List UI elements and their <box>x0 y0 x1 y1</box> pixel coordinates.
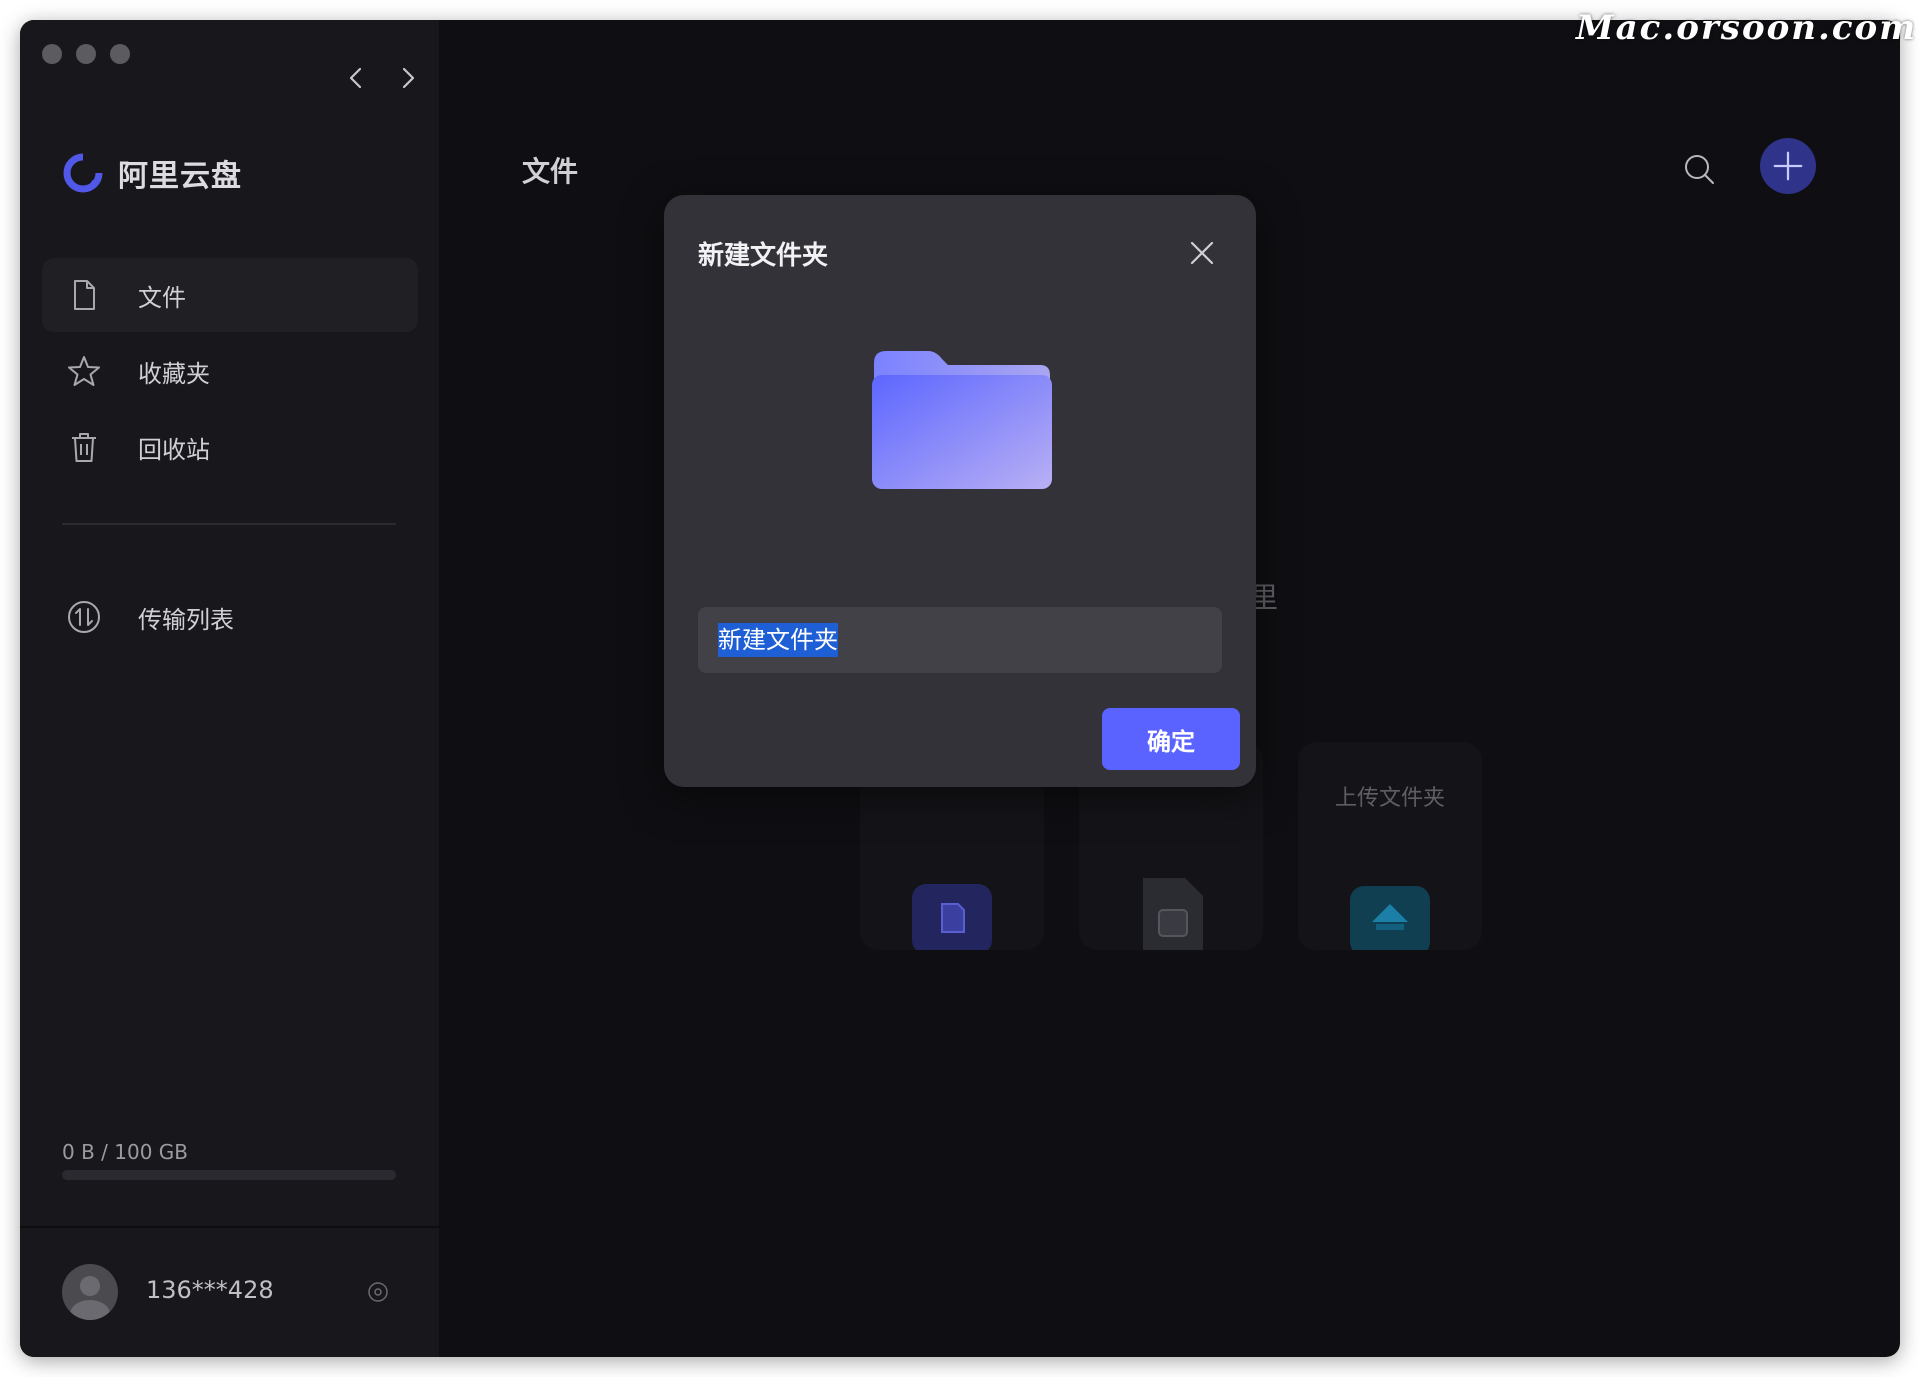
close-icon[interactable] <box>1188 239 1216 267</box>
sidebar-item-label: 文件 <box>138 283 186 312</box>
quick-action-upload-folder[interactable]: 上传文件夹 <box>1298 742 1482 950</box>
sidebar-item-favorites[interactable]: 收藏夹 <box>42 334 418 408</box>
sidebar-item-files[interactable]: 文件 <box>42 258 418 332</box>
storage-progress-bar <box>62 1170 396 1180</box>
search-icon[interactable] <box>1680 150 1720 190</box>
trash-icon <box>72 433 96 462</box>
plus-icon <box>1773 151 1803 181</box>
page-title: 文件 <box>522 155 579 188</box>
sidebar-transfer-section: 传输列表 <box>42 580 418 656</box>
back-arrow-icon[interactable] <box>342 64 370 92</box>
upload-file-icon <box>912 884 992 950</box>
sidebar-item-label: 回收站 <box>138 435 210 464</box>
sidebar-divider <box>62 523 396 525</box>
new-doc-icon <box>1143 878 1203 950</box>
minimize-window-button[interactable] <box>76 44 96 64</box>
avatar[interactable] <box>62 1264 118 1320</box>
app-window: 阿里云盘 文件 收藏夹 回收站 传输列表 0 B / 100 GB 136***… <box>20 20 1900 1357</box>
file-icon <box>74 280 95 310</box>
folder-name-value: 新建文件夹 <box>718 623 838 657</box>
dialog-title: 新建文件夹 <box>698 241 829 271</box>
brand: 阿里云盘 <box>60 150 242 196</box>
add-button[interactable] <box>1760 138 1816 194</box>
close-window-button[interactable] <box>42 44 62 64</box>
user-avatar-icon <box>70 1276 110 1320</box>
zoom-window-button[interactable] <box>110 44 130 64</box>
sidebar-footer-divider <box>20 1226 439 1228</box>
settings-icon[interactable] <box>366 1280 390 1304</box>
sidebar-item-trash[interactable]: 回收站 <box>42 410 418 484</box>
confirm-button[interactable]: 确定 <box>1102 708 1240 770</box>
folder-name-input[interactable]: 新建文件夹 <box>698 607 1222 673</box>
sidebar-item-label: 传输列表 <box>138 605 234 634</box>
window-controls <box>42 44 130 64</box>
quick-action-label: 上传文件夹 <box>1334 786 1445 811</box>
new-folder-dialog: 新建文件夹 新建文件夹 确定 <box>664 195 1256 787</box>
sidebar-item-transfer-list[interactable]: 传输列表 <box>42 580 418 654</box>
transfer-icon <box>68 601 100 633</box>
sidebar-item-label: 收藏夹 <box>138 359 210 388</box>
watermark-text: Mac.orsoon.com <box>1576 8 1918 48</box>
folder-icon <box>872 351 1052 489</box>
storage-usage-text: 0 B / 100 GB <box>62 1140 189 1164</box>
username: 136***428 <box>146 1276 274 1304</box>
upload-folder-icon <box>1350 886 1430 950</box>
sidebar-menu: 文件 收藏夹 回收站 <box>42 258 418 486</box>
aliyun-drive-logo-icon <box>63 153 103 193</box>
forward-arrow-icon[interactable] <box>394 64 422 92</box>
sidebar: 阿里云盘 文件 收藏夹 回收站 传输列表 0 B / 100 GB 136***… <box>20 20 439 1357</box>
app-name: 阿里云盘 <box>118 159 242 194</box>
star-icon <box>68 356 100 386</box>
